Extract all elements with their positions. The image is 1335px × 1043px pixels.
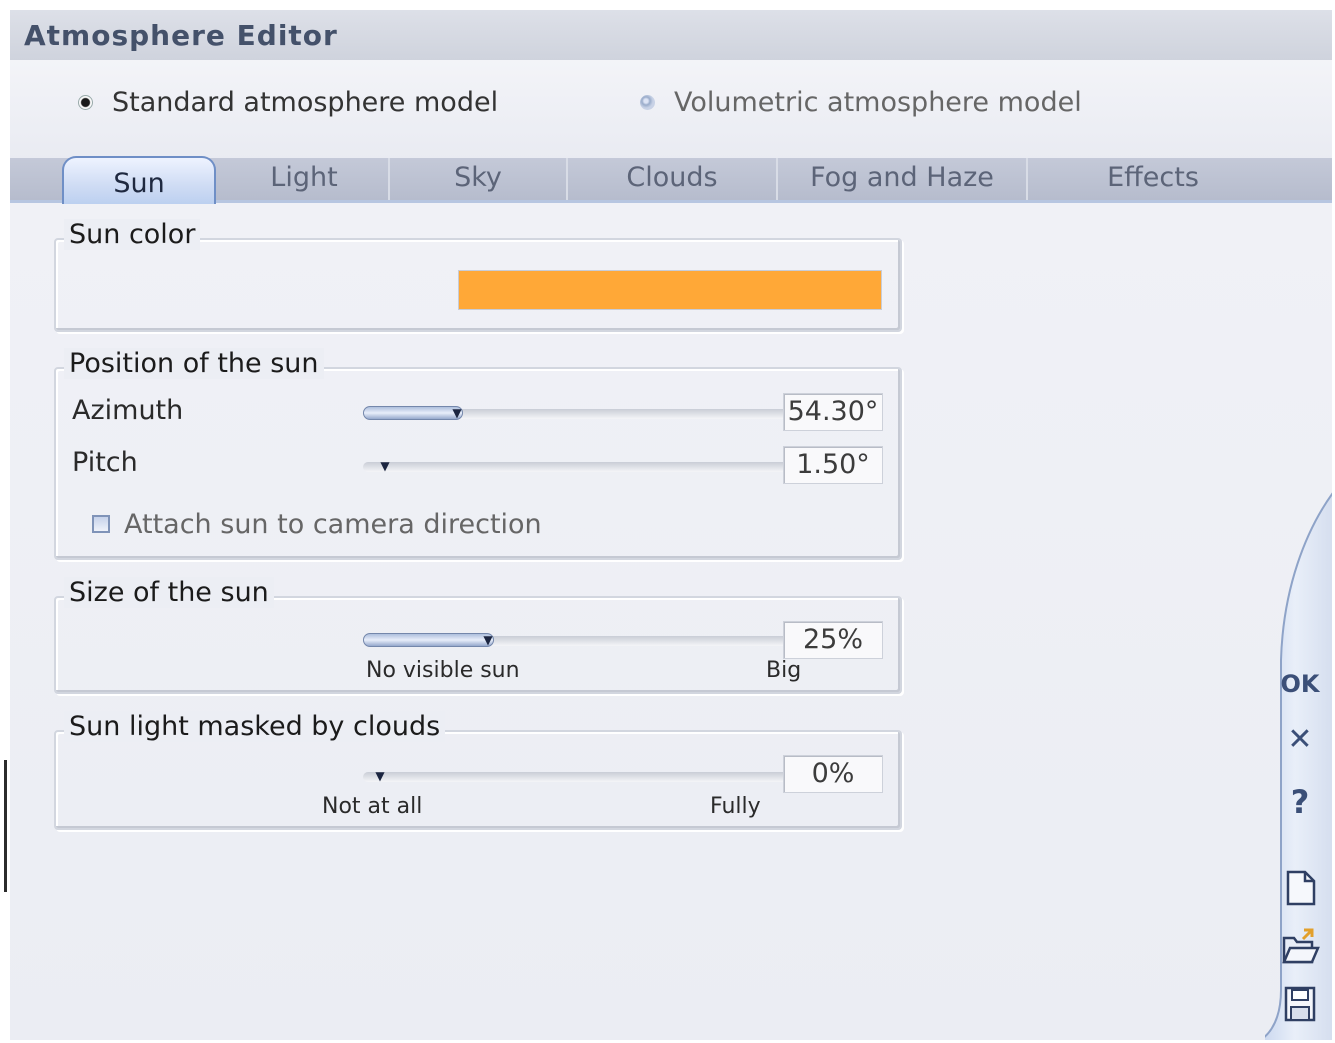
volumetric-model-label: Volumetric atmosphere model: [674, 86, 1082, 118]
tab-effects[interactable]: Effects: [1028, 158, 1278, 200]
tab-light[interactable]: Light: [220, 158, 390, 200]
sun-size-max-label: Big: [766, 658, 802, 683]
window-edge-mark: [4, 760, 7, 892]
sun-masked-min-label: Not at all: [322, 794, 423, 819]
sun-size-min-label: No visible sun: [366, 658, 520, 683]
title-bar[interactable]: Atmosphere Editor: [10, 10, 1332, 60]
azimuth-slider-fill: [363, 406, 463, 420]
tab-bar: Sun Light Sky Clouds Fog and Haze Effect…: [10, 156, 1332, 204]
atmosphere-editor-window: Atmosphere Editor Standard atmosphere mo…: [10, 10, 1332, 1040]
sun-position-group: Position of the sun Azimuth ▼ 54.30° Pit…: [54, 348, 902, 560]
sun-masked-max-label: Fully: [710, 794, 761, 819]
radio-selected-icon: [78, 94, 93, 110]
window-title: Atmosphere Editor: [24, 19, 338, 52]
pitch-value-field[interactable]: 1.50°: [783, 446, 883, 484]
ok-button[interactable]: OK: [1278, 662, 1322, 706]
tab-fog-and-haze[interactable]: Fog and Haze: [778, 158, 1028, 200]
sun-masked-slider[interactable]: ▼: [363, 769, 813, 783]
pitch-slider-thumb-icon[interactable]: ▼: [378, 459, 392, 473]
close-icon[interactable]: ✕: [1278, 718, 1322, 762]
standard-model-label: Standard atmosphere model: [112, 86, 499, 118]
help-icon[interactable]: ?: [1278, 780, 1322, 824]
save-icon[interactable]: [1278, 982, 1322, 1026]
open-file-icon[interactable]: [1278, 924, 1322, 968]
standard-model-radio[interactable]: Standard atmosphere model: [78, 86, 499, 118]
radio-unselected-icon: [640, 94, 655, 110]
tab-sun[interactable]: Sun: [62, 156, 216, 204]
sun-size-slider-fill: [363, 633, 494, 647]
azimuth-value-field[interactable]: 54.30°: [783, 393, 883, 431]
sun-size-slider[interactable]: ▼: [363, 633, 813, 647]
sun-size-title: Size of the sun: [64, 577, 274, 608]
sun-position-title: Position of the sun: [64, 348, 324, 379]
pitch-label: Pitch: [72, 447, 138, 478]
azimuth-slider[interactable]: ▼: [363, 406, 813, 420]
azimuth-slider-thumb-icon[interactable]: ▼: [450, 406, 464, 420]
new-document-icon[interactable]: [1278, 866, 1322, 910]
attach-sun-label: Attach sun to camera direction: [124, 509, 542, 540]
sun-masked-title: Sun light masked by clouds: [64, 711, 446, 742]
sun-size-value-field[interactable]: 25%: [783, 621, 883, 659]
sun-color-title: Sun color: [64, 219, 201, 250]
pitch-slider[interactable]: ▼: [363, 459, 813, 473]
volumetric-model-radio[interactable]: Volumetric atmosphere model: [640, 86, 1082, 118]
tab-sky[interactable]: Sky: [390, 158, 568, 200]
sun-size-group: Size of the sun ▼ No visible sun Big 25%: [54, 577, 902, 694]
azimuth-label: Azimuth: [72, 395, 184, 426]
sun-color-group: Sun color: [54, 219, 902, 332]
sun-color-swatch[interactable]: [458, 270, 882, 310]
sun-masked-group: Sun light masked by clouds ▼ Not at all …: [54, 711, 902, 830]
sun-masked-slider-thumb-icon[interactable]: ▼: [373, 769, 387, 783]
attach-sun-checkbox[interactable]: [92, 515, 110, 533]
tab-clouds[interactable]: Clouds: [568, 158, 778, 200]
sun-masked-value-field[interactable]: 0%: [783, 755, 883, 793]
sun-size-slider-thumb-icon[interactable]: ▼: [481, 633, 495, 647]
